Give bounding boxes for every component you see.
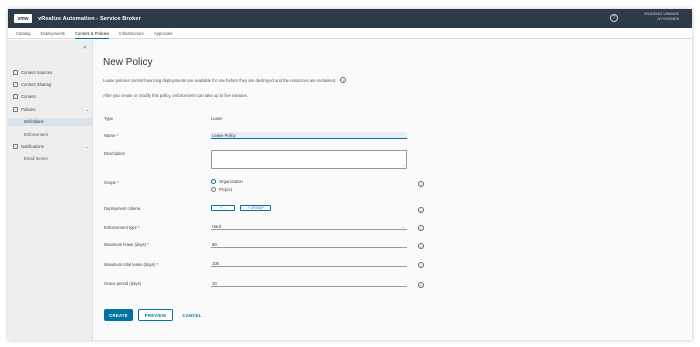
scope-radio-organization[interactable]: Organization xyxy=(211,179,243,184)
radio-checked-icon xyxy=(211,179,216,184)
max-lease-info-icon[interactable]: i xyxy=(418,243,424,249)
sidebar-item-notifications[interactable]: Notifications ⌄ xyxy=(13,144,91,149)
criteria-info-icon[interactable]: i xyxy=(418,207,424,213)
sidebar-item-email-server[interactable]: Email Server xyxy=(24,156,48,161)
sidebar-item-label: Notifications xyxy=(21,144,44,149)
sidebar-item-definitions[interactable]: Definitions xyxy=(8,118,92,126)
tab-deployments[interactable]: Deployments xyxy=(40,28,64,39)
description-textarea[interactable]: ⟋ xyxy=(211,150,407,169)
tab-infrastructure[interactable]: Infrastructure xyxy=(119,28,144,39)
collapse-sidebar-icon[interactable]: « xyxy=(83,44,87,51)
policies-icon xyxy=(13,107,18,112)
resize-handle-icon[interactable]: ⟋ xyxy=(402,163,405,168)
sidebar-item-label: Content Sharing xyxy=(21,82,52,87)
enforcement-info-icon[interactable]: i xyxy=(418,225,424,231)
user-name: JLYVISHMEN xyxy=(656,17,680,21)
page-note: After you create or modify this policy, … xyxy=(103,93,248,98)
max-total-lease-input[interactable]: 100 xyxy=(211,260,407,267)
chevron-down-icon: ⌄ xyxy=(401,224,405,229)
type-value: Lease xyxy=(211,116,223,121)
enforcement-select[interactable]: Hard ⌄ xyxy=(211,223,407,230)
sidebar-item-label: Content xyxy=(21,94,36,99)
vmware-logo: vmw xyxy=(14,14,32,23)
radio-label: Organization xyxy=(219,179,243,184)
grace-period-label: Grace period (days) xyxy=(104,281,142,286)
max-lease-input[interactable]: 60 xyxy=(211,241,407,248)
content-sources-icon xyxy=(13,70,18,75)
content-icon xyxy=(13,94,18,99)
radio-unchecked-icon xyxy=(211,187,216,192)
sidebar: « Content Sources Content Sharing Conten… xyxy=(8,40,93,340)
cancel-button[interactable]: CANCEL xyxy=(179,309,205,321)
add-criteria-button[interactable]: + ... xyxy=(211,205,235,211)
radio-label: Project xyxy=(219,187,233,192)
preview-button[interactable]: PREVIEW xyxy=(138,309,173,321)
create-button[interactable]: CREATE xyxy=(104,309,133,321)
sidebar-item-label: Content Sources xyxy=(21,70,53,75)
name-label: Name * xyxy=(104,133,118,138)
max-total-lease-info-icon[interactable]: i xyxy=(418,262,424,268)
max-total-lease-label: Maximum total lease (days) * xyxy=(104,262,158,267)
criteria-label: Deployment criteria xyxy=(104,206,141,211)
sidebar-item-content-sharing[interactable]: Content Sharing xyxy=(13,82,91,87)
notifications-icon xyxy=(13,144,18,149)
description-label: Description xyxy=(104,151,125,156)
user-menu[interactable]: VRADEMO.VMWARE JLYVISHMEN xyxy=(644,12,679,22)
main-content: New Policy Lease policies control how lo… xyxy=(94,40,692,340)
sidebar-item-enforcement[interactable]: Enforcement xyxy=(24,132,48,137)
scope-radio-project[interactable]: Project xyxy=(211,187,232,192)
type-label: Type xyxy=(104,116,114,121)
tab-approvals[interactable]: Approvals xyxy=(154,28,173,39)
add-group-button[interactable]: + GROUP xyxy=(240,205,271,211)
chevron-down-icon: ⌄ xyxy=(85,144,89,149)
enforcement-label: Enforcement type * xyxy=(104,225,140,230)
max-lease-label: Maximum lease (days) * xyxy=(104,242,149,247)
content-sharing-icon xyxy=(13,82,18,87)
top-nav: Catalog Deployments Content & Policies I… xyxy=(8,28,692,39)
help-icon[interactable]: ? xyxy=(610,14,618,22)
chevron-down-icon: ⌄ xyxy=(85,107,89,112)
app-window: vmw vRealize Automation - Service Broker… xyxy=(8,9,692,340)
info-icon[interactable]: i xyxy=(340,77,347,83)
tab-catalog[interactable]: Catalog xyxy=(16,28,30,39)
sidebar-item-policies[interactable]: Policies ⌄ xyxy=(13,107,91,112)
page-description: Lease policies control how long deployme… xyxy=(103,77,347,83)
sidebar-item-content[interactable]: Content xyxy=(13,94,91,99)
sidebar-item-label: Policies xyxy=(21,107,36,112)
scope-label: Scope * xyxy=(104,180,119,185)
page-title: New Policy xyxy=(103,57,153,68)
grace-period-input[interactable]: 10 xyxy=(211,280,407,287)
enforcement-value: Hard xyxy=(212,224,222,229)
app-title: vRealize Automation - Service Broker xyxy=(38,15,141,22)
grace-period-info-icon[interactable]: i xyxy=(418,282,424,288)
name-input[interactable]: Lease Policy xyxy=(211,132,407,139)
app-header: vmw vRealize Automation - Service Broker… xyxy=(8,9,692,28)
tab-content-policies[interactable]: Content & Policies xyxy=(74,28,110,39)
sidebar-item-content-sources[interactable]: Content Sources xyxy=(13,70,91,75)
description-text: Lease policies control how long deployme… xyxy=(103,77,337,83)
scope-info-icon[interactable]: i xyxy=(418,181,424,187)
